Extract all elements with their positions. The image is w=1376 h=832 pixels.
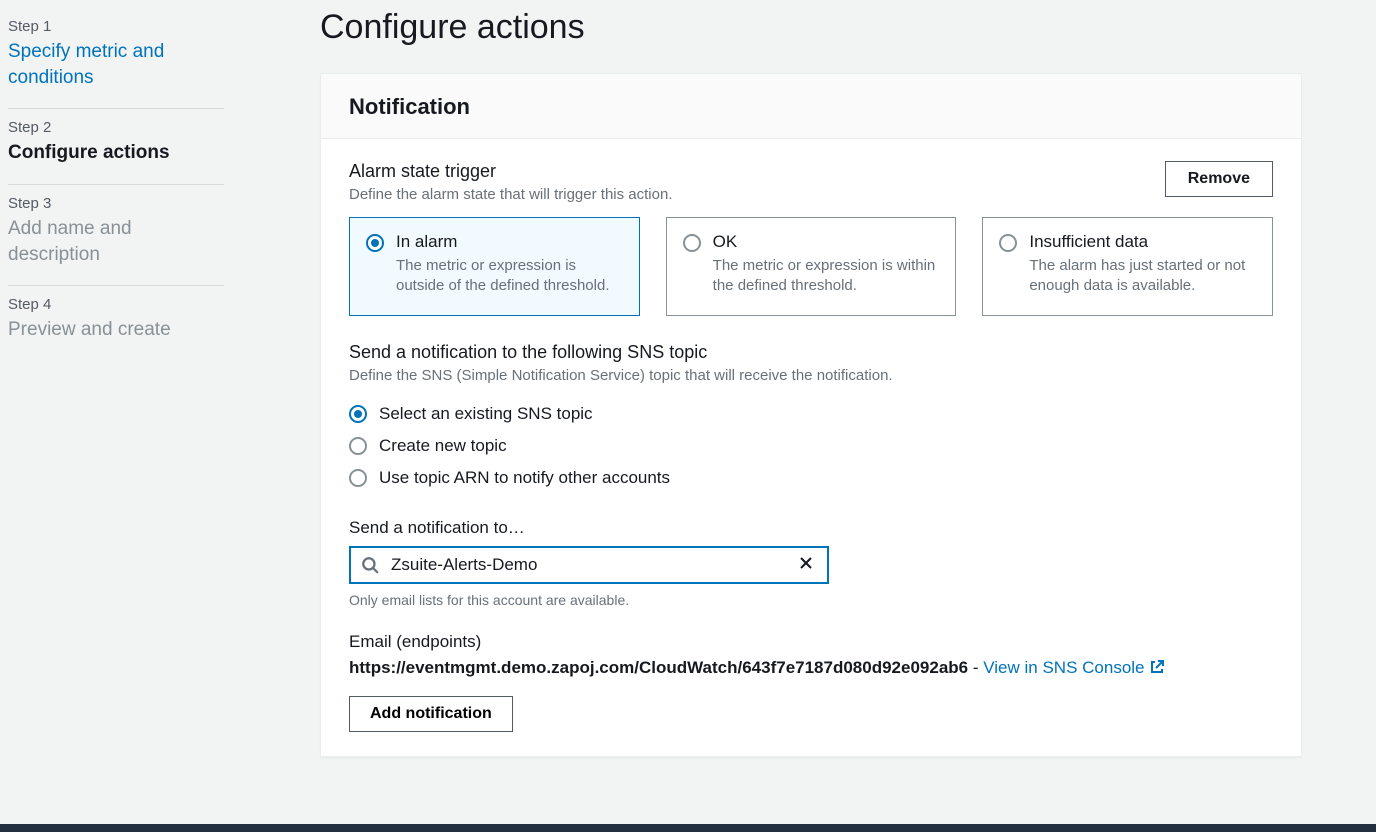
alarm-state-options: In alarm The metric or expression is out… <box>349 217 1273 316</box>
wizard-step-3-label: Step 3 <box>8 195 224 212</box>
sns-topic-input[interactable] <box>389 554 795 576</box>
radio-icon <box>349 469 367 487</box>
main-content: Configure actions Notification Remove Al… <box>260 0 1320 820</box>
sns-option-arn[interactable]: Use topic ARN to notify other accounts <box>349 462 1273 494</box>
sns-option-create-label: Create new topic <box>379 436 507 456</box>
sns-option-existing[interactable]: Select an existing SNS topic <box>349 398 1273 430</box>
radio-icon <box>683 234 701 252</box>
wizard-step-2-label: Step 2 <box>8 119 224 136</box>
external-link-icon <box>1149 659 1165 680</box>
wizard-step-3-title: Add name and description <box>8 216 224 267</box>
sns-topic-mode-options: Select an existing SNS topic Create new … <box>349 398 1273 494</box>
sns-option-create[interactable]: Create new topic <box>349 430 1273 462</box>
wizard-step-4-title: Preview and create <box>8 317 224 343</box>
alarm-state-insufficient[interactable]: Insufficient data The alarm has just sta… <box>982 217 1273 316</box>
alarm-state-in-alarm[interactable]: In alarm The metric or expression is out… <box>349 217 640 316</box>
endpoints-label: Email (endpoints) <box>349 632 1273 652</box>
wizard-steps: Step 1 Specify metric and conditions Ste… <box>0 0 260 820</box>
sns-title: Send a notification to the following SNS… <box>349 342 1273 363</box>
alarm-trigger-title: Alarm state trigger <box>349 161 1273 182</box>
alarm-state-ok[interactable]: OK The metric or expression is within th… <box>666 217 957 316</box>
wizard-step-1[interactable]: Step 1 Specify metric and conditions <box>8 8 224 109</box>
wizard-step-1-title[interactable]: Specify metric and conditions <box>8 39 224 90</box>
wizard-step-4-label: Step 4 <box>8 296 224 313</box>
notify-to-help: Only email lists for this account are av… <box>349 592 1273 608</box>
notification-panel: Notification Remove Alarm state trigger … <box>320 73 1302 757</box>
wizard-step-2-title: Configure actions <box>8 140 224 166</box>
remove-button[interactable]: Remove <box>1165 161 1273 197</box>
alarm-state-ok-title: OK <box>713 232 940 252</box>
notification-panel-header: Notification <box>321 74 1301 139</box>
sns-desc: Define the SNS (Simple Notification Serv… <box>349 367 1273 384</box>
endpoint-line: https://eventmgmt.demo.zapoj.com/CloudWa… <box>349 658 1273 680</box>
view-in-sns-link[interactable]: View in SNS Console <box>983 658 1164 677</box>
add-notification-button[interactable]: Add notification <box>349 696 513 732</box>
notify-to-label: Send a notification to… <box>349 518 1273 538</box>
notification-heading: Notification <box>349 94 1273 120</box>
wizard-step-4: Step 4 Preview and create <box>8 286 224 361</box>
clear-icon[interactable] <box>795 554 817 576</box>
alarm-state-insufficient-desc: The alarm has just started or not enough… <box>1029 256 1256 297</box>
search-icon <box>361 556 379 574</box>
radio-icon <box>366 234 384 252</box>
view-in-sns-label: View in SNS Console <box>983 658 1144 677</box>
alarm-state-in-alarm-desc: The metric or expression is outside of t… <box>396 256 623 297</box>
sns-option-arn-label: Use topic ARN to notify other accounts <box>379 468 670 488</box>
alarm-trigger-desc: Define the alarm state that will trigger… <box>349 186 1273 203</box>
radio-icon <box>349 437 367 455</box>
wizard-step-2: Step 2 Configure actions <box>8 109 224 185</box>
sns-option-existing-label: Select an existing SNS topic <box>379 404 593 424</box>
endpoint-separator: - <box>968 658 983 677</box>
sns-topic-combobox[interactable] <box>349 546 829 584</box>
radio-icon <box>349 405 367 423</box>
alarm-state-in-alarm-title: In alarm <box>396 232 623 252</box>
alarm-state-ok-desc: The metric or expression is within the d… <box>713 256 940 297</box>
wizard-step-1-label: Step 1 <box>8 18 224 35</box>
endpoint-url: https://eventmgmt.demo.zapoj.com/CloudWa… <box>349 658 968 677</box>
radio-icon <box>999 234 1017 252</box>
wizard-step-3: Step 3 Add name and description <box>8 185 224 286</box>
page-title: Configure actions <box>320 8 1302 47</box>
alarm-state-insufficient-title: Insufficient data <box>1029 232 1256 252</box>
